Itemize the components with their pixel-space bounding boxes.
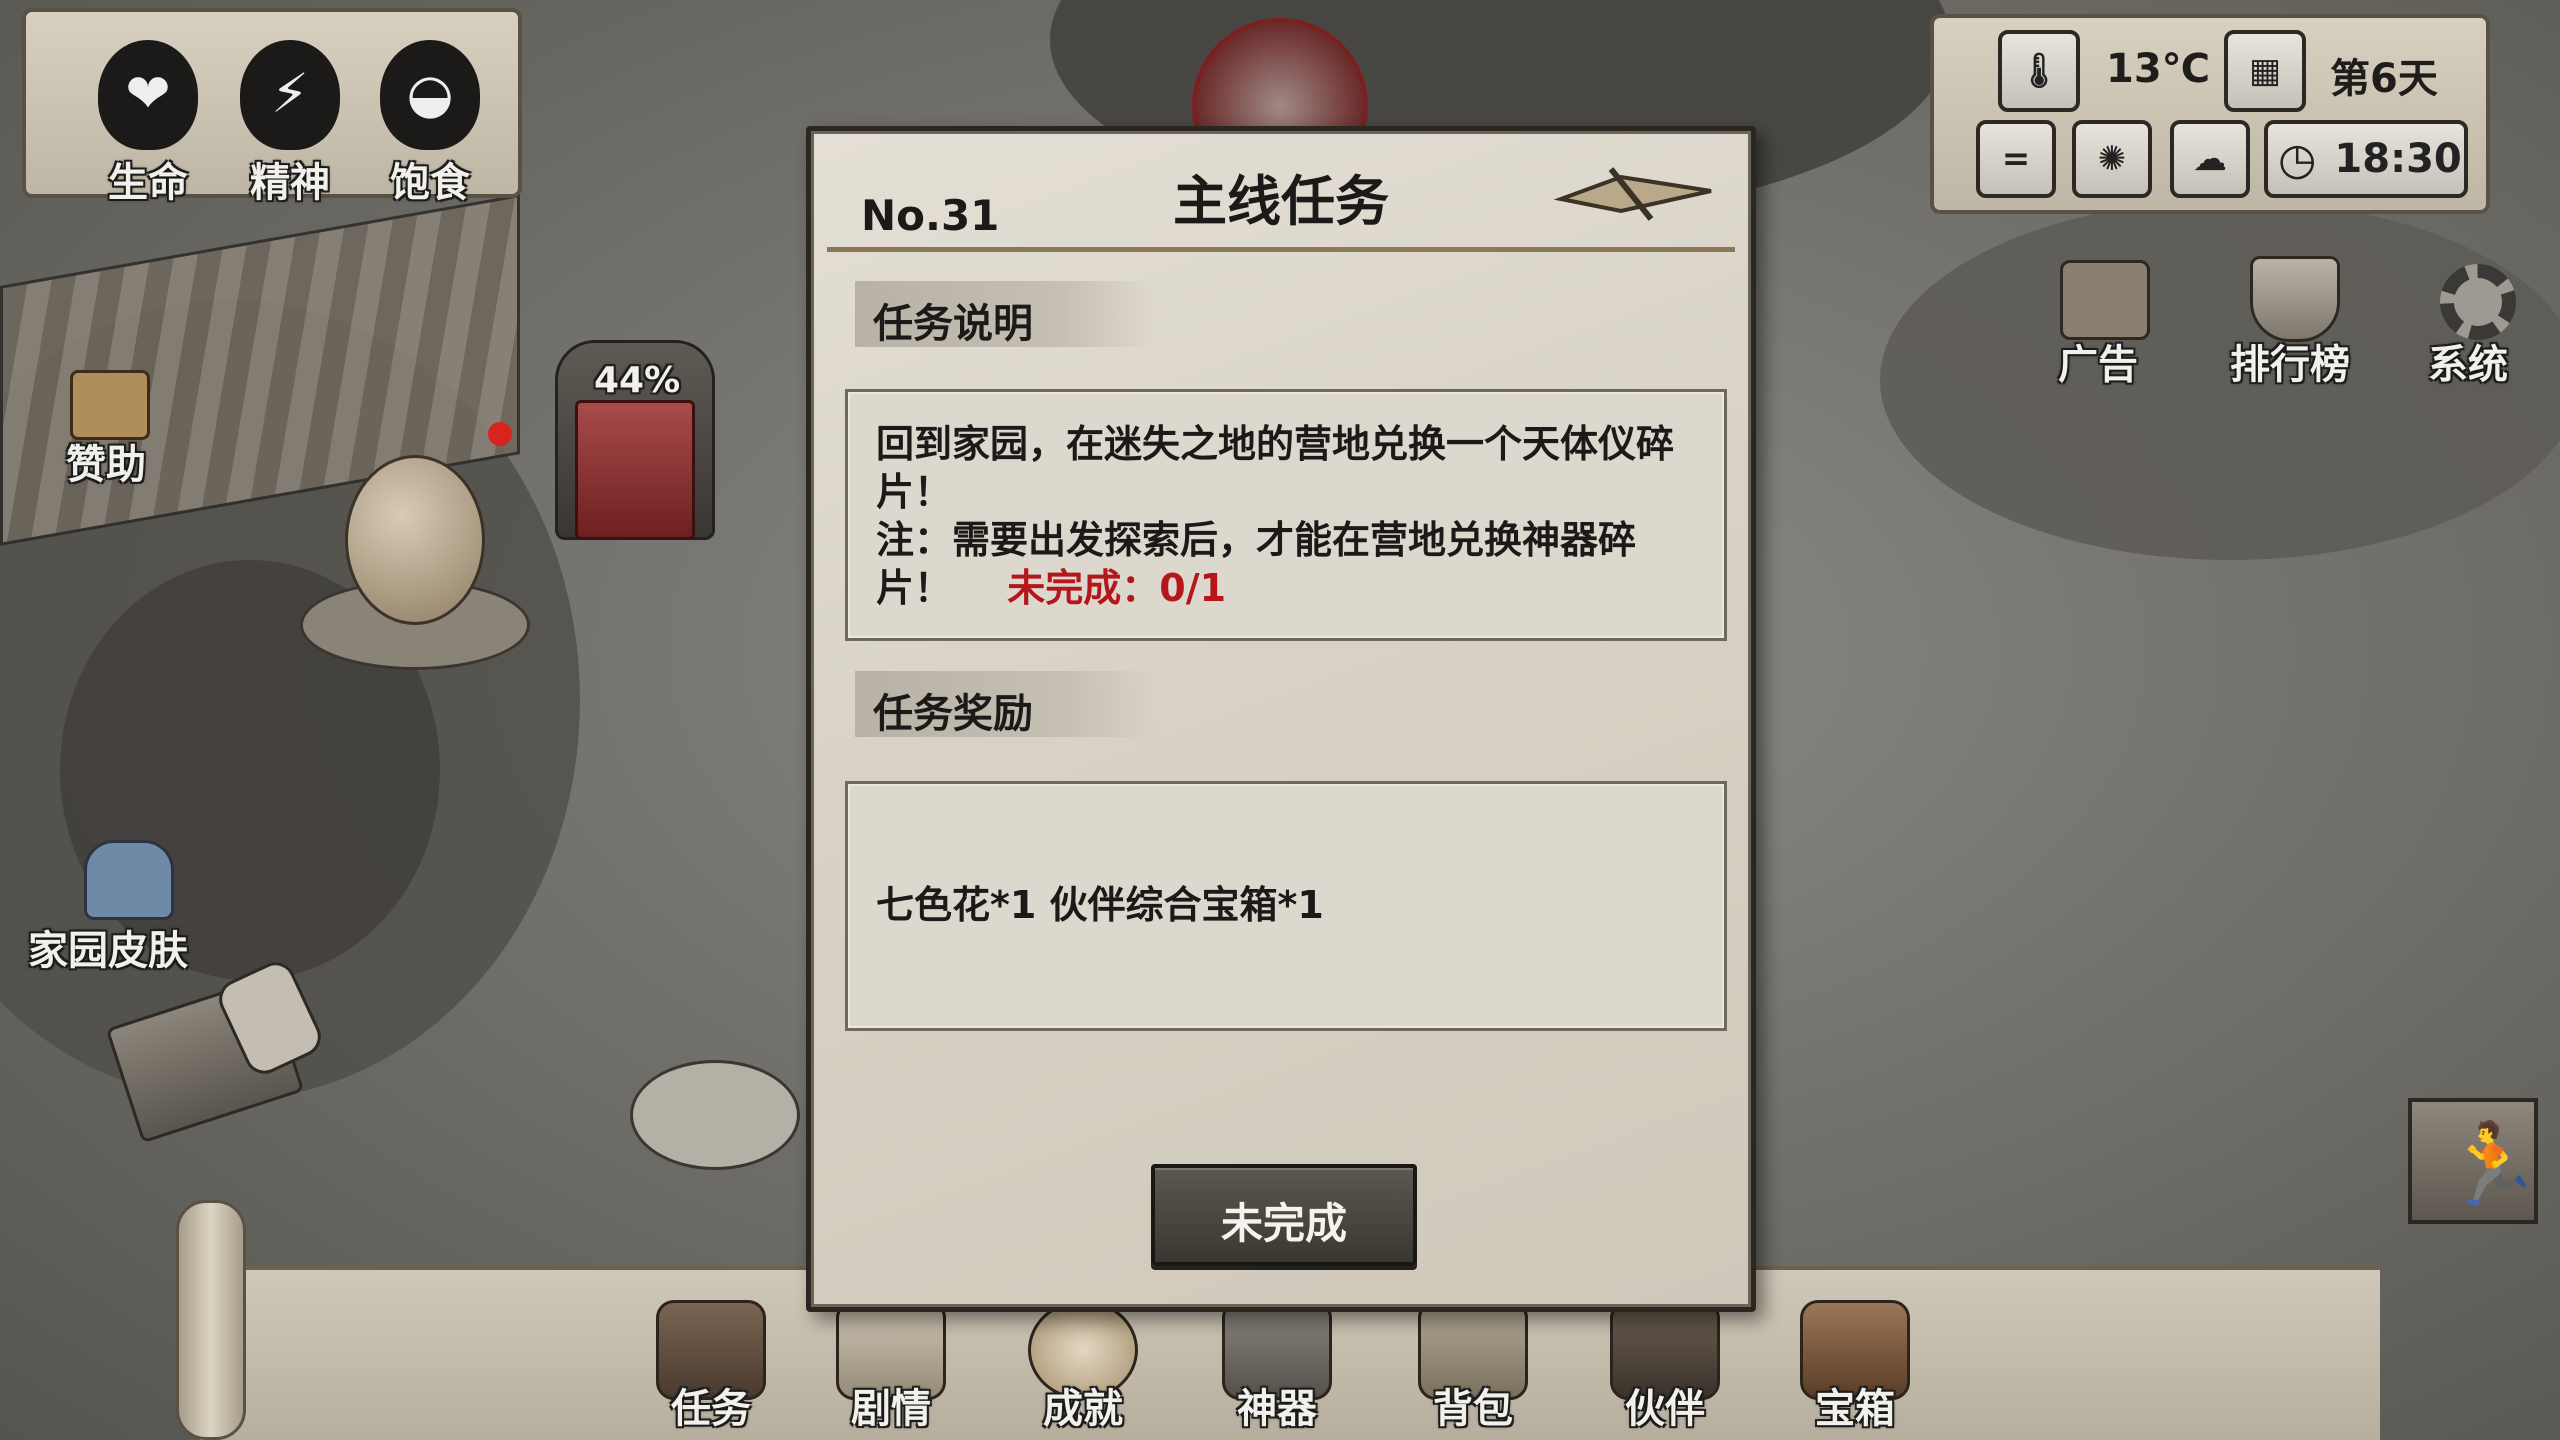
- reward-text: 七色花*1 伙伴综合宝箱*1: [876, 883, 1324, 927]
- quest-dialog: No.31 主线任务 任务说明 回到家园，在迷失之地的营地兑换一个天体仪碎片！ …: [806, 126, 1756, 1312]
- lightning-head-icon: ⚡: [240, 40, 340, 150]
- bottom-artifact-label: 神器: [1237, 1386, 1317, 1432]
- egg[interactable]: [345, 455, 485, 625]
- bottom-artifact[interactable]: 神器: [1202, 1300, 1352, 1440]
- stat-spirit[interactable]: ⚡ 精神: [230, 30, 350, 206]
- furnace-progress: 44%: [594, 360, 681, 401]
- stat-spirit-label: 精神: [250, 160, 330, 206]
- description-text-block: 回到家园，在迷失之地的营地兑换一个天体仪碎片！ 注：需要出发探索后，才能在营地兑…: [848, 392, 1724, 640]
- sponsor-label: 赞助: [66, 442, 146, 488]
- trophy-icon: [2250, 256, 2340, 342]
- muscle-icon: ❤: [98, 40, 198, 150]
- description-note: 注：需要出发探索后，才能在营地兑换神器碎片！: [876, 518, 1637, 610]
- leaf-icon[interactable]: ✺: [2072, 120, 2152, 198]
- clock-time: 18:30: [2334, 136, 2462, 182]
- winged-chest-icon: [70, 370, 150, 440]
- bottom-quest[interactable]: 任务: [636, 1300, 786, 1440]
- bottom-chest-label: 宝箱: [1815, 1386, 1895, 1432]
- red-notification-dot: [488, 422, 512, 446]
- running-man-icon: 🏃: [2442, 1118, 2542, 1211]
- ad-label: 广告: [2058, 342, 2138, 388]
- incomplete-button[interactable]: 未完成: [1151, 1164, 1417, 1266]
- title-divider: [827, 247, 1735, 252]
- home-skin-button[interactable]: 家园皮肤: [24, 820, 224, 974]
- clock-icon: ◷: [2278, 133, 2317, 185]
- bottom-partner-label: 伙伴: [1625, 1386, 1705, 1432]
- bottom-achievement[interactable]: 成就: [1008, 1300, 1158, 1440]
- calendar-icon: ▦: [2224, 30, 2306, 112]
- scroll-roll-left: [176, 1200, 246, 1440]
- bottom-story-label: 剧情: [851, 1386, 931, 1432]
- reward-header: 任务奖励: [855, 671, 1155, 737]
- bottom-chest[interactable]: 宝箱: [1780, 1300, 1930, 1440]
- system-label: 系统: [2428, 342, 2508, 388]
- bottom-achievement-label: 成就: [1043, 1386, 1123, 1432]
- stat-satiety-label: 饱食: [390, 160, 470, 206]
- description-text: 回到家园，在迷失之地的营地兑换一个天体仪碎片！: [876, 422, 1675, 514]
- stomach-icon: ◒: [380, 40, 480, 150]
- close-spear-icon[interactable]: [1551, 159, 1721, 229]
- furnace-base: [575, 400, 695, 540]
- stat-life[interactable]: ❤ 生命: [88, 30, 208, 206]
- system-button[interactable]: 系统: [2410, 250, 2540, 390]
- ad-button[interactable]: 广告: [2040, 250, 2170, 390]
- stat-satiety[interactable]: ◒ 饱食: [370, 30, 490, 206]
- home-skin-label: 家园皮肤: [28, 928, 188, 974]
- sponsor-button[interactable]: 赞助: [30, 360, 190, 488]
- treasure-scroll-icon: [2060, 260, 2150, 340]
- description-box: 回到家园，在迷失之地的营地兑换一个天体仪碎片！ 注：需要出发探索后，才能在营地兑…: [845, 389, 1727, 641]
- bottom-backpack-label: 背包: [1433, 1386, 1513, 1432]
- armor-icon: [84, 840, 174, 920]
- gear-icon: [2440, 264, 2516, 340]
- reward-box: 七色花*1 伙伴综合宝箱*1: [845, 781, 1727, 1031]
- campfire[interactable]: [630, 1060, 800, 1170]
- bottom-quest-label: 任务: [671, 1386, 751, 1432]
- bottom-partner[interactable]: 伙伴: [1590, 1300, 1740, 1440]
- thermometer-icon: 🌡: [1998, 30, 2080, 112]
- description-header: 任务说明: [855, 281, 1155, 347]
- explore-button[interactable]: 🏃: [2408, 1098, 2542, 1224]
- temperature-value: 13℃: [2106, 46, 2211, 92]
- bottom-story[interactable]: 剧情: [816, 1300, 966, 1440]
- bottom-backpack[interactable]: 背包: [1398, 1300, 1548, 1440]
- ranking-button[interactable]: 排行榜: [2220, 240, 2370, 390]
- ranking-label: 排行榜: [2230, 342, 2350, 388]
- day-counter: 第6天: [2330, 56, 2438, 102]
- cloud-icon[interactable]: ☁: [2170, 120, 2250, 198]
- menu-icon[interactable]: =: [1976, 120, 2056, 198]
- quest-status-label: 未完成：0/1: [1007, 566, 1227, 610]
- stat-life-label: 生命: [108, 160, 188, 206]
- clock-panel: ◷ 18:30: [2264, 120, 2468, 198]
